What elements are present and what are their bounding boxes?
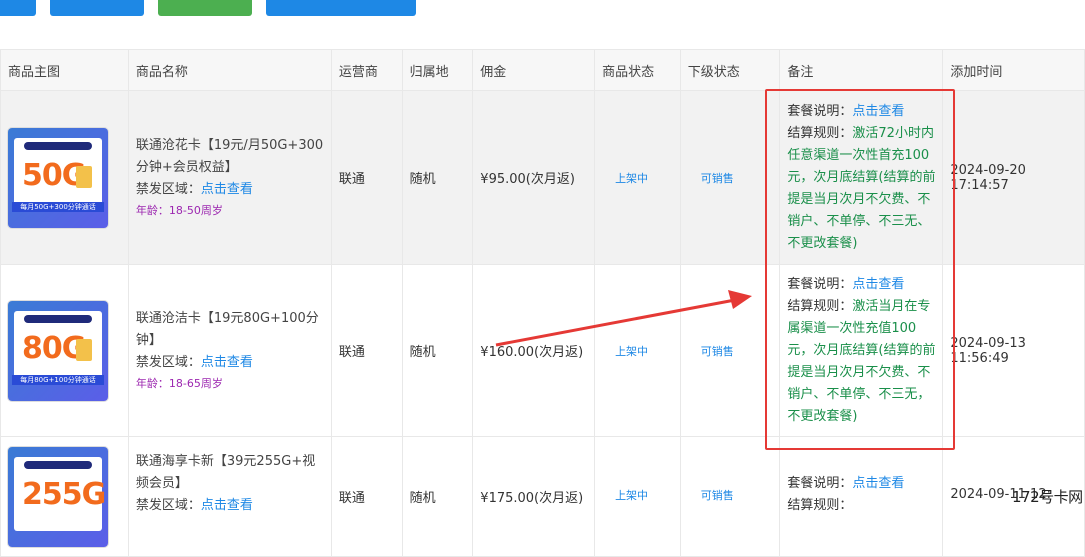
watermark: 172号卡网	[1012, 488, 1083, 506]
annotation-arrow	[495, 290, 752, 347]
arrow-shaft	[495, 298, 736, 347]
arrow-head	[728, 290, 752, 309]
